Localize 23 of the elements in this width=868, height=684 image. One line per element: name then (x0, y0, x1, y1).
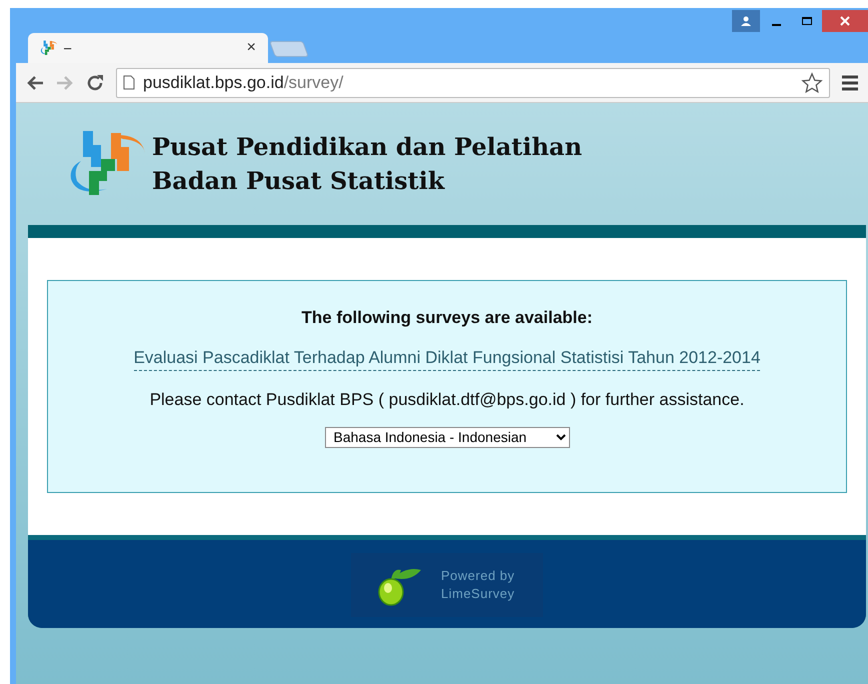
browser-tab[interactable]: – × (28, 33, 268, 63)
person-icon (740, 16, 752, 26)
star-icon[interactable] (801, 72, 823, 94)
powered-by-text: Powered by (441, 567, 515, 585)
site-title: Pusat Pendidikan dan Pelatihan (152, 131, 582, 163)
site-title: Badan Pusat Statistik (152, 165, 446, 197)
powered-by-badge[interactable]: Powered by LimeSurvey (351, 553, 543, 617)
tab-close-button[interactable]: × (246, 36, 256, 60)
survey-heading: The following surveys are available: (302, 307, 592, 329)
logo-icon (40, 40, 58, 56)
menu-icon[interactable] (842, 74, 858, 90)
tab-title: – (64, 39, 72, 58)
close-icon (840, 16, 850, 26)
address-bar[interactable]: pusdiklat.bps.go.id/survey/ (116, 68, 830, 98)
contact-text: Please contact Pusdiklat BPS ( pusdiklat.dtf@bps.go.id ) for further assistance. (150, 389, 744, 411)
powered-by-text: LimeSurvey (441, 585, 515, 603)
page-icon (123, 75, 135, 90)
language-select[interactable]: Bahasa Indonesia - Indonesian (324, 426, 570, 448)
close-button[interactable] (822, 10, 868, 32)
back-icon[interactable] (26, 74, 44, 90)
survey-link[interactable]: Evaluasi Pascadiklat Terhadap Alumni Diklat Fungsional Statistisi Tahun 2012-2014 (134, 344, 760, 371)
profile-button[interactable] (732, 10, 760, 32)
reload-icon[interactable] (86, 74, 104, 92)
